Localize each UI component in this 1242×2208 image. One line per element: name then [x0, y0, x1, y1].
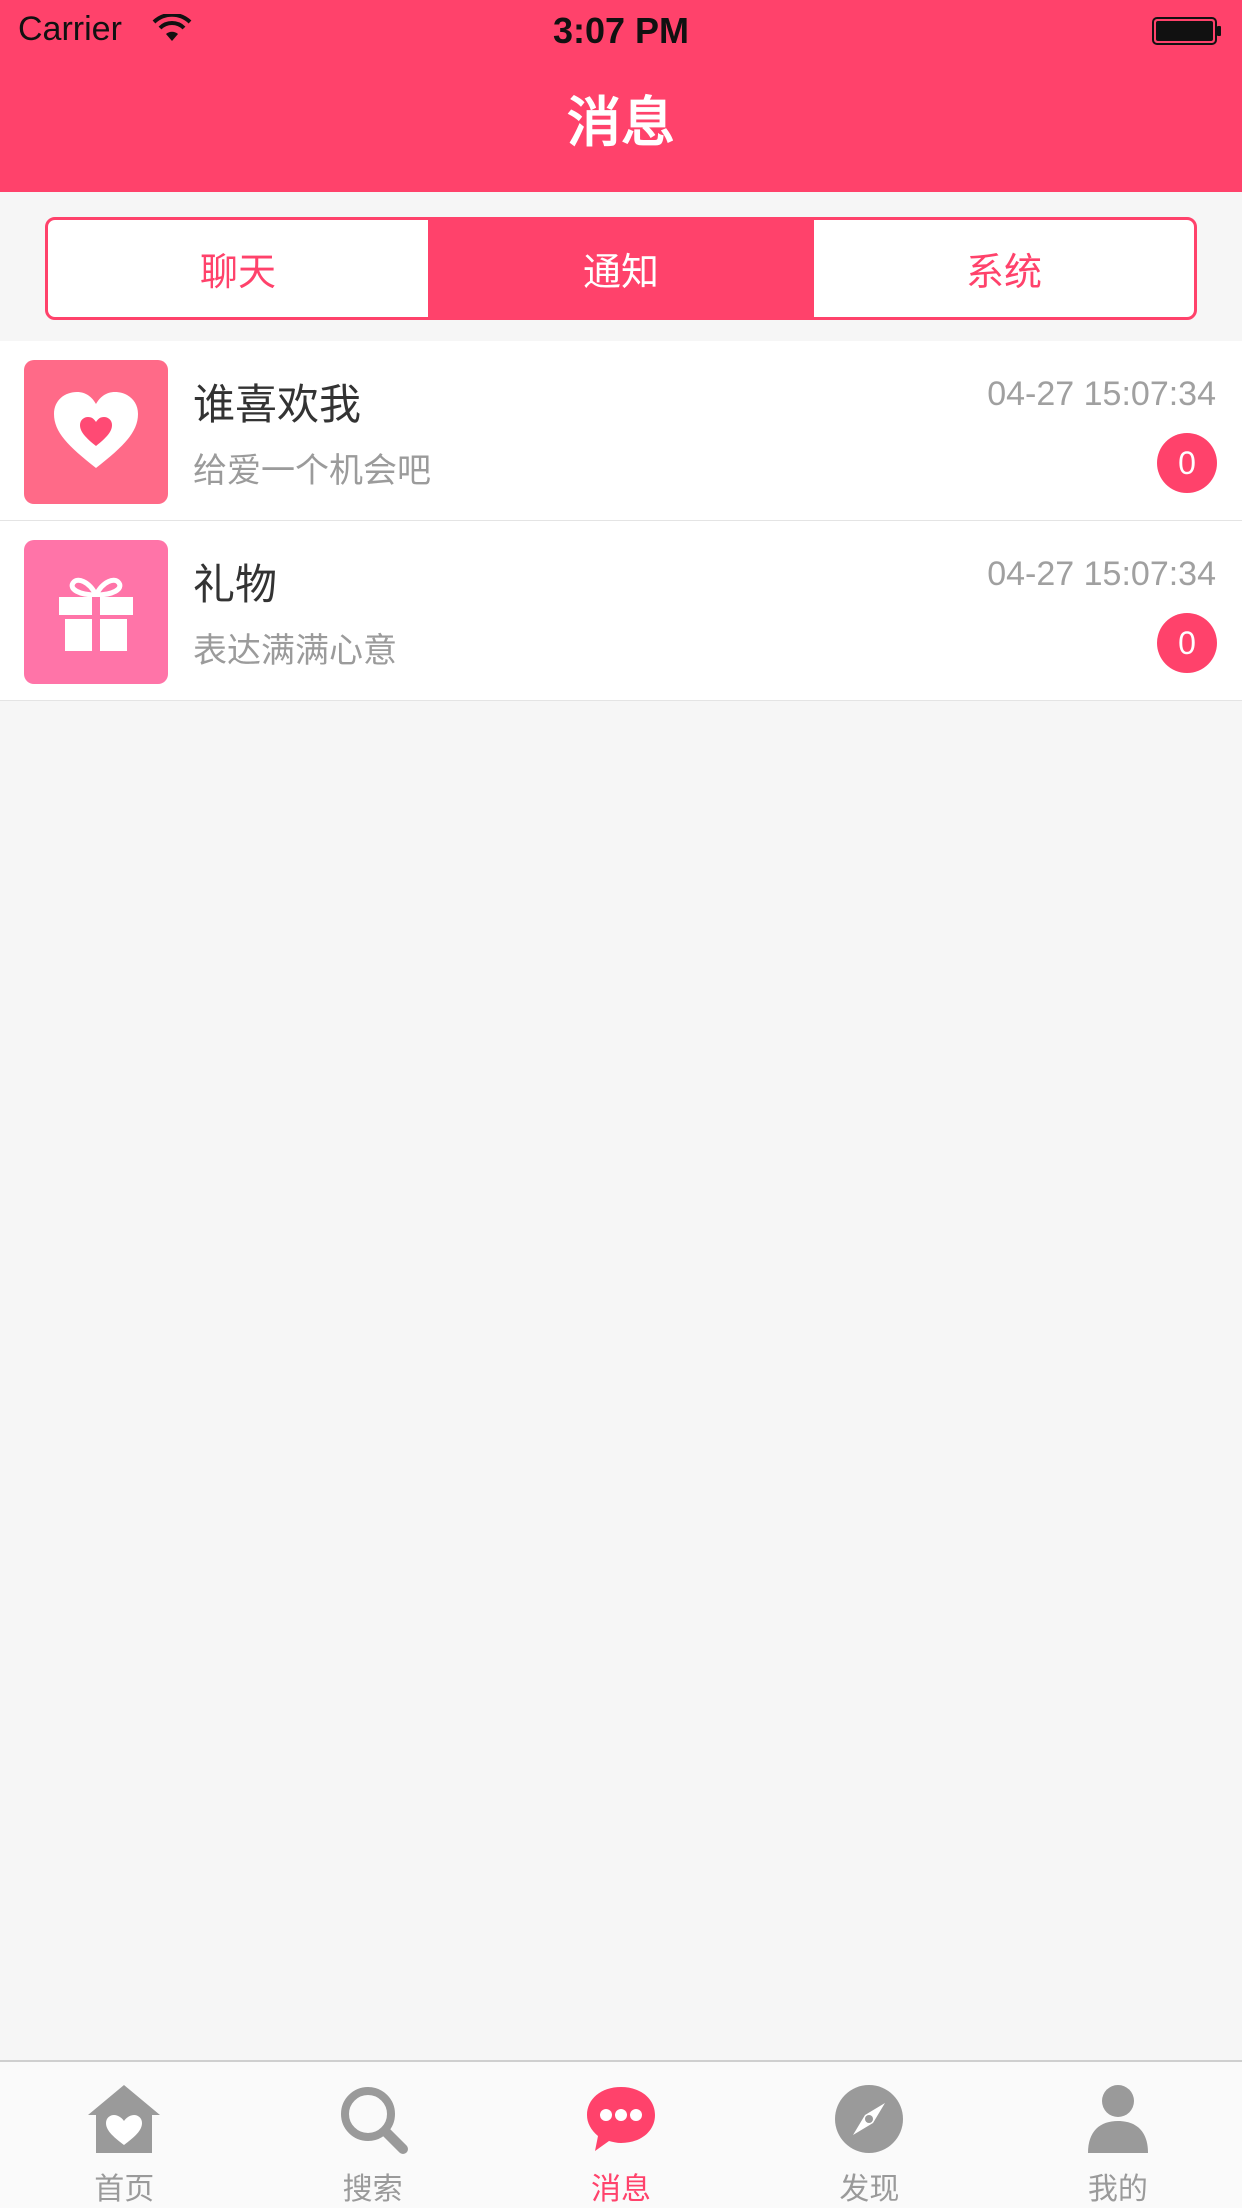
tab-discover[interactable]: 发现	[745, 2062, 993, 2208]
navigation-header: Carrier 3:07 PM 消息	[0, 0, 1242, 192]
search-icon	[333, 2082, 413, 2156]
unread-count-badge: 0	[1157, 613, 1217, 673]
tab-label: 发现	[839, 2172, 900, 2207]
page-title: 消息	[567, 91, 675, 154]
bottom-tab-bar: 首页 搜索 消息 发现 我的	[0, 2060, 1242, 2208]
status-bar: Carrier 3:07 PM	[0, 0, 1242, 62]
heart-icon	[24, 360, 168, 504]
notification-row-likes[interactable]: 谁喜欢我 给爱一个机会吧 04-27 15:07:34 0	[0, 341, 1242, 521]
message-type-segmented-control: 聊天 通知 系统	[45, 217, 1197, 320]
notification-time: 04-27 15:07:34	[987, 555, 1216, 593]
unread-count-badge: 0	[1157, 433, 1217, 493]
status-time: 3:07 PM	[552, 10, 690, 51]
segment-chat[interactable]: 聊天	[48, 220, 428, 317]
tab-label: 搜索	[342, 2172, 403, 2207]
tab-label: 消息	[591, 2172, 652, 2207]
tab-search[interactable]: 搜索	[248, 2062, 496, 2208]
notification-list: 谁喜欢我 给爱一个机会吧 04-27 15:07:34 0 礼物 表达满满心意 …	[0, 341, 1242, 701]
tab-label: 我的	[1087, 2172, 1148, 2207]
notification-subtitle: 表达满满心意	[193, 631, 397, 671]
notification-subtitle: 给爱一个机会吧	[193, 451, 431, 491]
notification-row-gifts[interactable]: 礼物 表达满满心意 04-27 15:07:34 0	[0, 521, 1242, 701]
segment-notifications[interactable]: 通知	[428, 220, 811, 317]
tab-home[interactable]: 首页	[0, 2062, 248, 2208]
message-icon	[581, 2082, 661, 2156]
home-icon	[84, 2082, 164, 2156]
compass-icon	[829, 2082, 909, 2156]
tab-label: 首页	[94, 2172, 155, 2207]
notification-time: 04-27 15:07:34	[987, 375, 1216, 413]
notification-title: 谁喜欢我	[193, 380, 362, 429]
tab-messages[interactable]: 消息	[497, 2062, 745, 2208]
profile-icon	[1078, 2082, 1158, 2156]
tab-profile[interactable]: 我的	[994, 2062, 1242, 2208]
notification-title: 礼物	[193, 560, 278, 609]
battery-icon	[1152, 17, 1221, 45]
gift-icon	[24, 540, 168, 684]
segment-system[interactable]: 系统	[811, 220, 1194, 317]
